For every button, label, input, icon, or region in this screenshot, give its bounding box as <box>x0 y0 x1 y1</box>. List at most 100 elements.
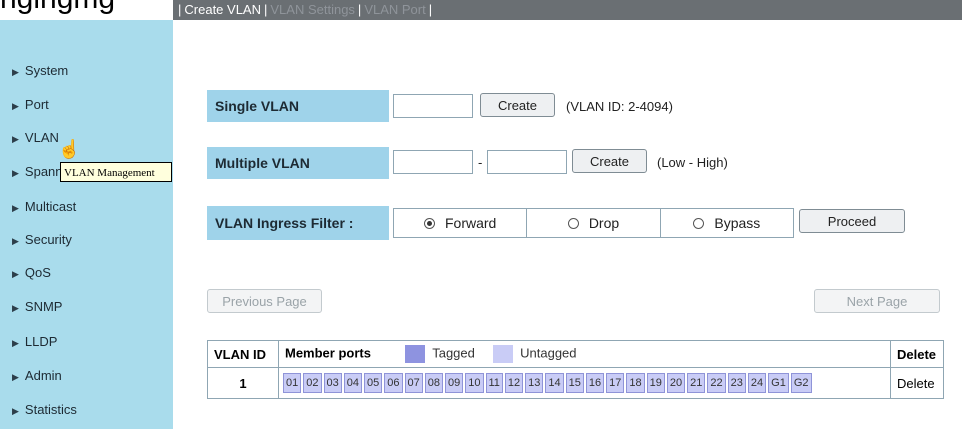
col-delete: Delete <box>890 340 944 368</box>
sidebar-item-qos[interactable]: ▶ QoS <box>12 265 51 280</box>
port-11[interactable]: 11 <box>485 373 503 393</box>
single-vlan-input[interactable] <box>393 94 473 118</box>
triangle-right-icon: ▶ <box>12 236 19 246</box>
port-08[interactable]: 08 <box>424 373 443 393</box>
sidebar-item-lldp[interactable]: ▶ LLDP <box>12 334 57 349</box>
radio-bypass[interactable]: Bypass <box>661 209 793 237</box>
port-06[interactable]: 06 <box>384 373 403 393</box>
sidebar: ▶System ▶Port ▶VLAN ▶Spanning Tree ▶Mult… <box>0 20 173 429</box>
col-vlan-id: VLAN ID <box>207 340 279 368</box>
port-03[interactable]: 03 <box>323 373 342 393</box>
triangle-right-icon: ▶ <box>12 303 19 313</box>
port-19[interactable]: 19 <box>646 373 665 393</box>
sidebar-item-admin[interactable]: ▶ Admin <box>12 368 62 383</box>
vlan-id-cell: 1 <box>207 367 279 399</box>
radio-unselected-icon <box>693 217 705 229</box>
tagged-legend-swatch <box>404 345 425 363</box>
sidebar-item-label: Statistics <box>24 402 77 417</box>
port-23[interactable]: 23 <box>727 373 746 393</box>
triangle-right-icon: ▶ <box>12 168 19 178</box>
sidebar-item-system[interactable]: ▶ System <box>12 63 68 78</box>
multiple-vlan-from-input[interactable] <box>393 150 473 174</box>
triangle-right-icon: ▶ <box>12 338 19 348</box>
triangle-right-icon: ▶ <box>12 101 19 111</box>
col-member-ports: Member ports Tagged Untagged <box>278 340 891 368</box>
delete-link[interactable]: Delete <box>890 367 944 399</box>
member-ports-header: Member ports <box>285 345 371 361</box>
sidebar-item-multicast[interactable]: ▶ Multicast <box>12 199 76 214</box>
low-high-hint: (Low - High) <box>657 155 728 170</box>
radio-forward[interactable]: Forward <box>394 209 528 237</box>
create-single-vlan-button[interactable]: Create <box>480 93 555 117</box>
port-09[interactable]: 09 <box>445 373 464 393</box>
port-07[interactable]: 07 <box>404 373 423 393</box>
sidebar-item-label: Port <box>24 97 49 112</box>
port-G2[interactable]: G2 <box>790 373 812 393</box>
port-02[interactable]: 02 <box>303 373 322 393</box>
port-17[interactable]: 17 <box>606 373 625 393</box>
untagged-legend-label: Untagged <box>520 345 577 361</box>
sidebar-item-label: Security <box>24 232 72 247</box>
table-header-row: VLAN ID Member ports Tagged Untagged Del… <box>207 340 944 368</box>
vlan-ingress-filter-label: VLAN Ingress Filter : <box>207 206 389 240</box>
multiple-vlan-label: Multiple VLAN <box>207 147 389 179</box>
vlan-id-range-hint: (VLAN ID: 2-4094) <box>566 99 673 114</box>
port-10[interactable]: 10 <box>465 373 484 393</box>
port-12[interactable]: 12 <box>504 373 524 393</box>
sidebar-item-label: Multicast <box>24 199 77 214</box>
untagged-legend-swatch <box>492 345 513 363</box>
port-13[interactable]: 13 <box>525 373 544 393</box>
sidebar-item-snmp[interactable]: ▶ SNMP <box>12 299 62 314</box>
vlan-table: VLAN ID Member ports Tagged Untagged Del… <box>207 340 944 399</box>
port-14[interactable]: 14 <box>545 373 564 393</box>
hand-cursor-icon: ☝ <box>58 139 81 159</box>
tab-separator: | <box>263 2 268 17</box>
port-01[interactable]: 01 <box>283 373 302 393</box>
tab-vlan-port[interactable]: VLAN Port <box>364 2 425 17</box>
sidebar-item-label: LLDP <box>24 334 58 349</box>
port-21[interactable]: 21 <box>687 373 706 393</box>
radio-selected-icon <box>423 217 435 229</box>
port-G1[interactable]: G1 <box>768 373 789 393</box>
proceed-button[interactable]: Proceed <box>799 209 905 233</box>
sidebar-item-label: VLAN <box>24 130 59 145</box>
tab-separator: | <box>178 2 182 17</box>
port-15[interactable]: 15 <box>565 373 584 393</box>
sidebar-item-vlan[interactable]: ▶ VLAN <box>12 130 59 145</box>
triangle-right-icon: ▶ <box>12 134 19 144</box>
port-24[interactable]: 24 <box>747 373 767 393</box>
radio-drop[interactable]: Drop <box>527 209 661 237</box>
sidebar-item-security[interactable]: ▶ Security <box>12 232 72 247</box>
port-04[interactable]: 04 <box>343 373 362 393</box>
tooltip: VLAN Management <box>60 162 172 182</box>
port-list: 01 02 03 04 05 06 07 08 09 10 11 12 13 14 15 16 17 18 19 20… <box>283 373 886 393</box>
multiple-vlan-to-input[interactable] <box>487 150 567 174</box>
triangle-right-icon: ▶ <box>12 269 19 279</box>
tagged-legend-label: Tagged <box>432 345 475 361</box>
port-20[interactable]: 20 <box>666 373 686 393</box>
radio-unselected-icon <box>567 217 579 229</box>
sidebar-item-label: SNMP <box>24 299 63 314</box>
port-18[interactable]: 18 <box>626 373 645 393</box>
sidebar-item-label: System <box>24 63 69 78</box>
triangle-right-icon: ▶ <box>12 406 19 416</box>
tab-create-vlan[interactable]: Create VLAN <box>184 2 261 17</box>
sidebar-item-port[interactable]: ▶ Port <box>12 97 49 112</box>
port-05[interactable]: 05 <box>364 373 383 393</box>
tab-separator: | <box>357 2 362 17</box>
tab-vlan-settings[interactable]: VLAN Settings <box>270 2 355 17</box>
radio-drop-label: Drop <box>588 215 620 231</box>
member-ports-cell: 01 02 03 04 05 06 07 08 09 10 11 12 13 14 15 16 17 18 19 20… <box>278 367 891 399</box>
sidebar-item-statistics[interactable]: ▶ Statistics <box>12 402 77 417</box>
page-heading: ngingmg <box>0 0 115 16</box>
triangle-right-icon: ▶ <box>12 67 19 77</box>
port-16[interactable]: 16 <box>585 373 605 393</box>
ingress-filter-options: Forward Drop Bypass <box>393 208 794 238</box>
radio-forward-label: Forward <box>444 215 497 231</box>
port-22[interactable]: 22 <box>707 373 726 393</box>
triangle-right-icon: ▶ <box>12 203 19 213</box>
radio-bypass-label: Bypass <box>714 215 761 231</box>
next-page-button[interactable]: Next Page <box>814 289 940 313</box>
previous-page-button[interactable]: Previous Page <box>207 289 322 313</box>
create-multiple-vlan-button[interactable]: Create <box>572 149 647 173</box>
